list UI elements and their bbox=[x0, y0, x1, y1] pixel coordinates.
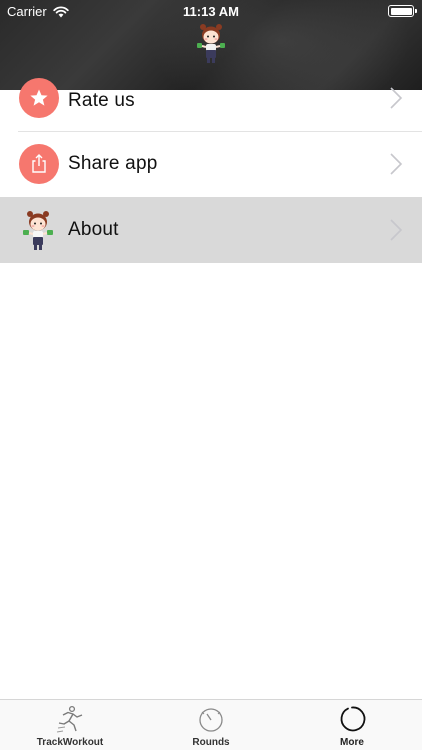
about-icon-wrap bbox=[19, 209, 59, 250]
menu-item-label: Share app bbox=[68, 153, 158, 174]
chevron-right-icon bbox=[390, 219, 403, 241]
girl-with-dumbbells-icon bbox=[197, 24, 225, 63]
tab-bar: TrackWorkout Rounds More bbox=[0, 699, 422, 750]
battery-icon bbox=[388, 5, 417, 17]
tab-label: Rounds bbox=[192, 737, 230, 748]
menu-item-label: Rate us bbox=[68, 90, 135, 111]
status-bar: Carrier 11:13 AM bbox=[0, 0, 422, 22]
circle-arc-icon bbox=[340, 706, 366, 732]
star-icon bbox=[19, 78, 59, 118]
more-menu-list: Rate us Share app About bbox=[0, 78, 422, 263]
tab-more[interactable]: More bbox=[282, 700, 422, 750]
timer-icon bbox=[199, 708, 223, 732]
tab-label: TrackWorkout bbox=[36, 737, 104, 748]
menu-item-rate-us[interactable]: Rate us bbox=[0, 78, 422, 131]
tab-rounds[interactable]: Rounds bbox=[141, 700, 281, 750]
chevron-right-icon bbox=[390, 87, 403, 109]
share-app-icon-wrap bbox=[19, 144, 59, 184]
tab-trackworkout[interactable]: TrackWorkout bbox=[0, 700, 140, 750]
status-time: 11:13 AM bbox=[183, 4, 239, 19]
menu-item-label: About bbox=[68, 219, 119, 240]
running-figure-icon bbox=[56, 705, 83, 733]
menu-item-share-app[interactable]: Share app bbox=[0, 131, 422, 197]
menu-item-about[interactable]: About bbox=[0, 197, 422, 263]
girl-with-dumbbells-icon bbox=[23, 211, 53, 250]
chevron-right-icon bbox=[390, 153, 403, 175]
app-header: Carrier 11:13 AM bbox=[0, 0, 422, 90]
tab-label: More bbox=[340, 737, 364, 748]
rate-us-icon-wrap bbox=[19, 78, 59, 118]
share-icon bbox=[19, 144, 59, 184]
